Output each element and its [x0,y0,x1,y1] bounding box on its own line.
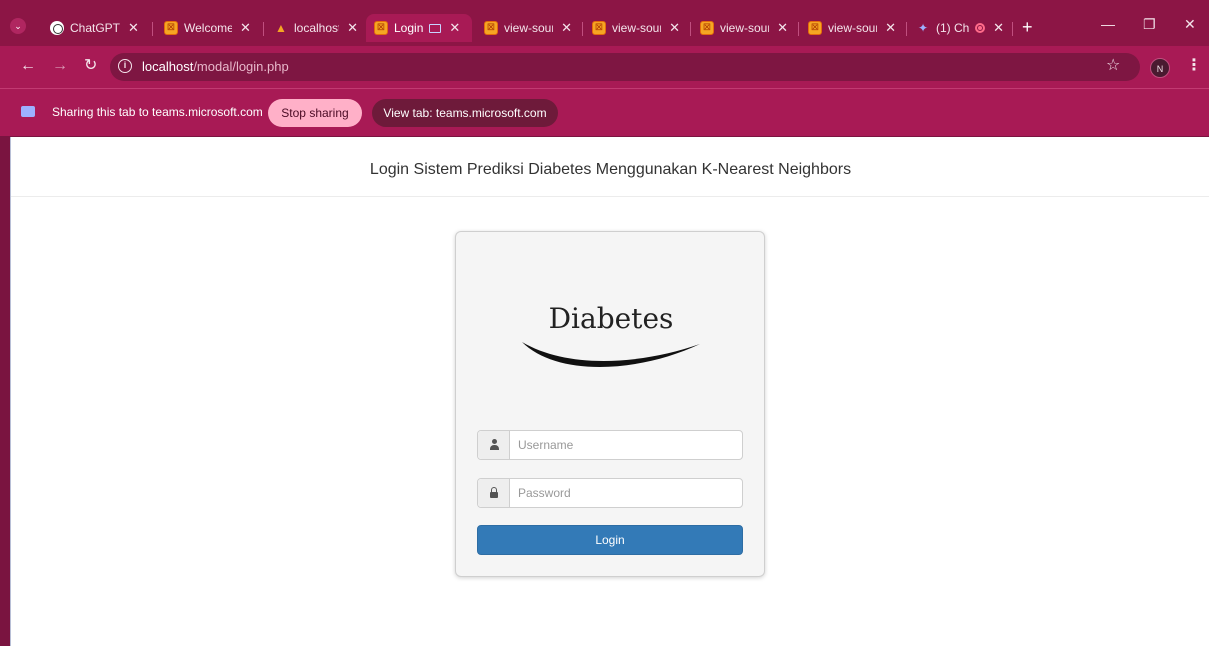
tab-label: (1) Ch [936,21,970,35]
close-icon[interactable]: ✕ [669,20,680,36]
address-bar[interactable]: i localhost/modal/login.php [110,53,1140,81]
tab-separator [690,22,691,36]
tab-chatgpt[interactable]: ChatGPT ✕ [42,14,152,42]
back-arrow-icon[interactable]: ← [20,58,36,74]
site-info-icon[interactable]: i [118,59,132,73]
tab-casting-icon [429,23,442,33]
close-icon[interactable]: ✕ [240,20,251,36]
close-icon[interactable]: ✕ [128,20,139,36]
xampp-icon [484,21,498,35]
logo-text: Diabetes [548,302,674,335]
teams-icon: ✦ [917,21,929,35]
tab-view-source[interactable]: view-sour ✕ [476,14,580,42]
sharing-message: Sharing this tab to teams.microsoft.com [52,105,263,119]
tab-teams[interactable]: ✦ (1) Ch ✕ [908,14,1012,42]
tab-separator [798,22,799,36]
xampp-icon [164,21,178,35]
tab-label: view-sour [612,21,662,35]
tab-label: view-sour [504,21,554,35]
stop-sharing-button[interactable]: Stop sharing [268,99,362,127]
user-addon [478,431,510,459]
diabetes-logo: Diabetes [516,302,706,377]
login-panel: Diabetes Login [455,231,765,577]
close-icon[interactable]: ✕ [777,20,788,36]
logo-swoosh-icon [522,342,700,367]
new-tab-icon[interactable]: + [1022,18,1033,36]
xampp-icon [700,21,714,35]
tab-login[interactable]: Login ✕ [366,14,472,42]
tab-separator [263,22,264,36]
tab-view-source[interactable]: view-sour ✕ [800,14,904,42]
phpmyadmin-icon: ▲ [275,21,287,35]
restore-icon[interactable]: ❐ [1143,16,1156,33]
username-group [477,430,743,460]
tab-separator [152,22,153,36]
tab-separator [906,22,907,36]
xampp-icon [374,21,388,35]
page-title: Login Sistem Prediksi Diabetes Menggunak… [369,161,852,178]
close-window-icon[interactable]: ✕ [1184,16,1196,33]
lock-icon [489,487,499,499]
browser-toolbar: ← → ↻ i localhost/modal/login.php ☆ N ⋮ [0,46,1209,88]
bookmark-star-icon[interactable]: ☆ [1106,58,1120,74]
tab-sharing-bar: Sharing this tab to teams.microsoft.com … [0,88,1209,136]
tab-label: Welcome [184,21,232,35]
password-input[interactable] [510,479,742,507]
tab-search-chevron-icon[interactable]: ⌄ [10,18,26,34]
user-icon [489,439,499,451]
xampp-icon [808,21,822,35]
lock-addon [478,479,510,507]
xampp-icon [592,21,606,35]
tab-label: Login [394,21,424,35]
page-header: Login Sistem Prediksi Diabetes Menggunak… [11,137,1209,197]
tab-welcome[interactable]: Welcome ✕ [156,14,262,42]
menu-dots-icon[interactable]: ⋮ [1186,58,1202,74]
tab-localhost[interactable]: ▲ localhost ✕ [266,14,366,42]
view-tab-button[interactable]: View tab: teams.microsoft.com [372,99,558,127]
close-icon[interactable]: ✕ [347,20,358,36]
tab-separator [1012,22,1013,36]
close-icon[interactable]: ✕ [993,20,1004,36]
close-icon[interactable]: ✕ [885,20,896,36]
tab-label: ChatGPT [70,21,121,35]
tab-label: view-sour [720,21,770,35]
profile-avatar[interactable]: N [1150,58,1170,78]
reload-icon[interactable]: ↻ [84,58,97,74]
close-icon[interactable]: ✕ [449,20,460,36]
password-group [477,478,743,508]
url-text[interactable]: localhost/modal/login.php [142,59,289,74]
tab-label: localhost [294,21,340,35]
recording-icon [975,23,986,33]
minimize-icon[interactable]: — [1101,16,1115,32]
forward-arrow-icon[interactable]: → [52,58,68,74]
chatgpt-icon [50,21,64,35]
tab-separator [582,22,583,36]
tab-strip: ⌄ ChatGPT ✕ Welcome ✕ ▲ localhost ✕ Logi… [0,0,1209,46]
login-button[interactable]: Login [477,525,743,555]
tab-label: view-sour [828,21,878,35]
tab-view-source[interactable]: view-sour ✕ [584,14,688,42]
tab-view-source[interactable]: view-sour ✕ [692,14,796,42]
page-viewport: Login Sistem Prediksi Diabetes Menggunak… [10,137,1209,646]
screen-share-icon [21,106,35,117]
username-input[interactable] [510,431,742,459]
close-icon[interactable]: ✕ [561,20,572,36]
